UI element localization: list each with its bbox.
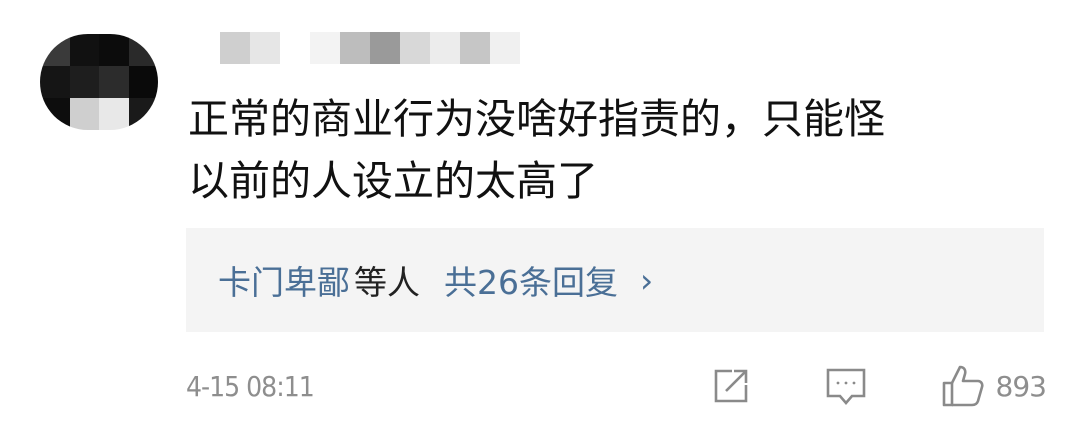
chevron-right-icon: › xyxy=(640,260,654,300)
username-pixel xyxy=(370,32,400,64)
avatar-pixel xyxy=(69,34,99,66)
share-icon xyxy=(710,365,752,407)
comment-button[interactable] xyxy=(824,364,868,408)
avatar-pixel xyxy=(99,66,129,98)
username-pixel xyxy=(250,32,280,64)
username-pixel xyxy=(190,32,220,64)
username-pixel xyxy=(400,32,430,64)
share-button[interactable] xyxy=(710,365,752,407)
avatar-pixel xyxy=(69,98,99,130)
reply-authors-suffix: 等人 xyxy=(354,263,420,302)
replies-preview[interactable]: 卡门卑鄙 等人 共26条回复 › xyxy=(186,228,1044,332)
avatar-pixel xyxy=(128,66,158,98)
avatar-pixel xyxy=(40,66,70,98)
avatar[interactable] xyxy=(40,34,158,130)
username-pixel xyxy=(310,32,340,64)
username-pixel xyxy=(280,32,310,64)
avatar-pixel xyxy=(40,34,70,66)
like-count: 893 xyxy=(995,369,1047,403)
avatar-pixel xyxy=(128,34,158,66)
username-mosaic[interactable] xyxy=(190,32,520,64)
comment-icon xyxy=(824,364,868,408)
reply-count-link[interactable]: 共26条回复 xyxy=(444,256,618,304)
username-pixel xyxy=(490,32,520,64)
comment-line: 以前的人设立的太高了 xyxy=(188,157,598,205)
reply-authors[interactable]: 卡门卑鄙 xyxy=(218,256,350,304)
comment-actions: 893 xyxy=(710,358,1047,414)
avatar-pixel xyxy=(40,98,70,130)
comment-text: 正常的商业行为没啥好指责的，只能怪 以前的人设立的太高了 xyxy=(188,88,1048,212)
username-pixel xyxy=(460,32,490,64)
comment-footer: 4-15 08:11 893 xyxy=(186,358,1047,414)
comment-line: 正常的商业行为没啥好指责的，只能怪 xyxy=(188,95,885,143)
username-pixel xyxy=(430,32,460,64)
avatar-pixel xyxy=(99,34,129,66)
avatar-pixel xyxy=(128,98,158,130)
timestamp: 4-15 08:11 xyxy=(186,369,315,403)
avatar-pixel xyxy=(99,98,129,130)
avatar-pixel xyxy=(69,66,99,98)
username-pixel xyxy=(340,32,370,64)
like-button[interactable]: 893 xyxy=(940,363,1047,409)
thumbs-up-icon xyxy=(940,363,986,409)
username-pixel xyxy=(220,32,250,64)
